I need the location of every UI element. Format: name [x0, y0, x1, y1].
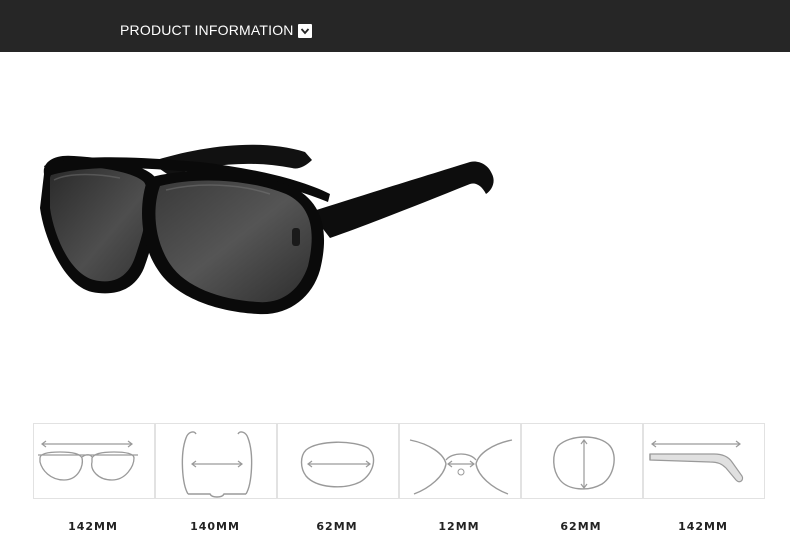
- dimension-label: 62MM: [316, 520, 358, 533]
- dimension-label: 62MM: [560, 520, 602, 533]
- chevron-down-icon[interactable]: [298, 24, 312, 38]
- lens-height-icon: [521, 423, 643, 499]
- dimension-label: 142MM: [678, 520, 728, 533]
- header-bar: PRODUCT INFORMATION: [0, 0, 790, 52]
- temple-span-icon: [155, 423, 277, 499]
- section-title: PRODUCT INFORMATION: [120, 22, 294, 38]
- temple-length-icon: [643, 423, 765, 499]
- dimension-label: 140MM: [190, 520, 240, 533]
- sunglasses-image: [30, 120, 510, 340]
- dimension-label: 142MM: [68, 520, 118, 533]
- frame-width-icon: [33, 423, 155, 499]
- lens-width-icon: [277, 423, 399, 499]
- dimensions-row: [33, 423, 767, 503]
- dimension-label: 12MM: [438, 520, 480, 533]
- bridge-width-icon: [399, 423, 521, 499]
